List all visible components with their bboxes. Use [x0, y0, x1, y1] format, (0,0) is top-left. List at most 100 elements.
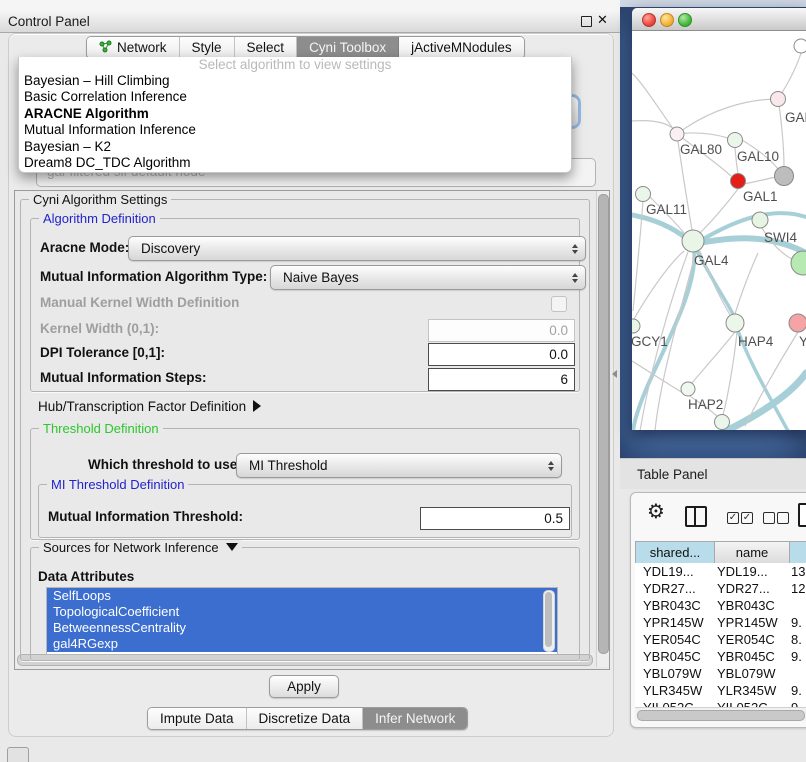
dpi-tolerance-label: DPI Tolerance [0,1]:: [40, 345, 165, 360]
mi-steps-field[interactable]: 6: [428, 368, 575, 391]
table-panel-titlebar: Table Panel: [620, 458, 806, 489]
mi-type-combo[interactable]: Naive Bayes: [270, 265, 586, 290]
column-header-name[interactable]: name: [715, 542, 790, 564]
which-threshold-combo[interactable]: MI Threshold: [236, 453, 562, 478]
tab-select[interactable]: Select: [235, 37, 298, 58]
table-hscrollbar-thumb[interactable]: [637, 710, 805, 721]
attribute-item-betweennesscentrality[interactable]: BetweennessCentrality: [47, 620, 557, 636]
new-table-icon[interactable]: [798, 503, 806, 527]
attribute-item-selfloops[interactable]: SelfLoops: [47, 588, 557, 604]
network-node-swi4[interactable]: [752, 212, 768, 228]
network-icon: [99, 40, 112, 56]
tab-discretize-data[interactable]: Discretize Data: [247, 708, 364, 729]
mi-threshold-label: Mutual Information Threshold:: [48, 509, 243, 524]
tab-style[interactable]: Style: [180, 37, 235, 58]
column-header-col2[interactable]: [790, 542, 806, 564]
algorithm-option-aracne-algorithm[interactable]: ARACNE Algorithm: [19, 106, 571, 122]
algorithm-option-bayesian-hill-climbing[interactable]: Bayesian – Hill Climbing: [19, 73, 571, 89]
kernel-width-field[interactable]: 0.0: [428, 319, 575, 342]
table-hscrollbar[interactable]: [635, 707, 806, 721]
minimize-traffic-light[interactable]: [660, 13, 674, 27]
bottom-tabs: Impute DataDiscretize DataInfer Network: [147, 707, 468, 730]
network-view-window: GALGAL80GAL10GAL1GAL11SWI4GAL4GCY1HAP4YH…: [632, 8, 806, 430]
algorithm-option-basic-correlation-inference[interactable]: Basic Correlation Inference: [19, 89, 571, 105]
splitter-collapse-arrow[interactable]: [612, 370, 617, 378]
algorithm-option-bayesian-k2[interactable]: Bayesian – K2: [19, 139, 571, 155]
table-row[interactable]: YBR043CYBR043C: [635, 597, 806, 614]
mi-type-label: Mutual Information Algorithm Type:: [40, 269, 267, 284]
node-label-hap2: HAP2: [688, 397, 723, 412]
checked-checkbox-icon[interactable]: ✓: [727, 512, 739, 524]
network-node-y[interactable]: [789, 314, 806, 332]
sources-group-title[interactable]: Sources for Network Inference: [39, 540, 242, 555]
table-row[interactable]: YBL079WYBL079W: [635, 665, 806, 682]
network-node-hap2[interactable]: [681, 382, 695, 396]
algorithm-option-mutual-information-inference[interactable]: Mutual Information Inference: [19, 122, 571, 138]
tab-cyni-toolbox[interactable]: Cyni Toolbox: [297, 37, 399, 58]
network-node-gal1[interactable]: [731, 174, 746, 189]
data-attributes-list[interactable]: SelfLoopsTopologicalCoefficientBetweenne…: [46, 587, 558, 655]
network-canvas[interactable]: GALGAL80GAL10GAL1GAL11SWI4GAL4GCY1HAP4YH…: [632, 31, 806, 430]
tab-label: jActiveMNodules: [411, 40, 512, 55]
table-cell: YDR27...: [713, 581, 787, 596]
table-cell: YDL19...: [635, 564, 713, 579]
network-node-gal11[interactable]: [636, 187, 651, 202]
expand-right-icon[interactable]: [253, 400, 261, 412]
network-node[interactable]: [794, 39, 806, 53]
node-label-gal10: GAL10: [737, 149, 779, 164]
column-header-shared-[interactable]: shared...: [636, 542, 715, 564]
table-row[interactable]: YBR045CYBR045C9.: [635, 648, 806, 665]
gear-icon[interactable]: ⚙: [647, 499, 665, 524]
float-panel-icon[interactable]: [581, 16, 592, 27]
right-top-strip: [620, 0, 806, 7]
unchecked-checkbox-icon[interactable]: [763, 512, 775, 524]
table-row[interactable]: YDR27...YDR27...12: [635, 580, 806, 597]
mi-type-value: Naive Bayes: [283, 270, 359, 285]
tab-infer-network[interactable]: Infer Network: [363, 708, 467, 729]
node-label-y: Y: [799, 334, 806, 349]
settings-vscrollbar-thumb[interactable]: [598, 194, 609, 654]
network-node-gal80[interactable]: [670, 127, 684, 141]
list-vscrollbar[interactable]: [543, 590, 555, 652]
split-columns-icon[interactable]: [685, 506, 707, 527]
network-node-hap4[interactable]: [726, 314, 744, 332]
network-window-titlebar[interactable]: [632, 8, 806, 31]
zoom-traffic-light[interactable]: [678, 13, 692, 27]
tab-label: Style: [192, 40, 222, 55]
table-row[interactable]: YPR145WYPR145W9.: [635, 614, 806, 631]
collapsed-panel-icon[interactable]: [7, 747, 29, 762]
tab-network[interactable]: Network: [87, 37, 180, 58]
checked-checkbox-icon[interactable]: ✓: [741, 512, 753, 524]
network-node[interactable]: [775, 167, 794, 186]
algorithm-option-dream8-dc-tdc-algorithm[interactable]: Dream8 DC_TDC Algorithm: [19, 155, 571, 171]
list-vscrollbar-thumb[interactable]: [545, 592, 552, 647]
mi-threshold-group-title: MI Threshold Definition: [47, 477, 188, 492]
manual-kernel-checkbox[interactable]: [551, 296, 567, 312]
network-node-gcy1[interactable]: [632, 319, 640, 333]
attribute-item-topologicalcoefficient[interactable]: TopologicalCoefficient: [47, 604, 557, 620]
aracne-mode-combo[interactable]: Discovery: [128, 236, 586, 261]
table-row[interactable]: YDL19...YDL19...13: [635, 563, 806, 580]
collapse-down-icon[interactable]: [226, 543, 238, 551]
tab-jactivemnodules[interactable]: jActiveMNodules: [399, 37, 524, 58]
network-node[interactable]: [715, 415, 730, 430]
table-row[interactable]: YLR345WYLR345W9.: [635, 682, 806, 699]
attribute-item-gal4rgexp[interactable]: gal4RGexp: [47, 636, 557, 652]
close-icon[interactable]: ✕: [597, 12, 608, 28]
table-row[interactable]: YIL052CYIL052C9.: [635, 699, 806, 707]
network-node-gal10[interactable]: [728, 133, 743, 148]
dpi-tolerance-field[interactable]: 0.0: [428, 343, 575, 366]
network-node[interactable]: [791, 251, 806, 275]
tab-impute-data[interactable]: Impute Data: [148, 708, 247, 729]
node-label-swi4: SWI4: [764, 230, 797, 245]
apply-button[interactable]: Apply: [269, 675, 339, 698]
hub-definition-expander[interactable]: Hub/Transcription Factor Definition: [38, 399, 261, 414]
network-graph[interactable]: GALGAL80GAL10GAL1GAL11SWI4GAL4GCY1HAP4YH…: [632, 31, 806, 430]
network-node-gal4[interactable]: [682, 230, 704, 252]
mi-threshold-field[interactable]: 0.5: [420, 507, 570, 530]
network-node-gal[interactable]: [771, 92, 786, 107]
unchecked-checkbox-icon[interactable]: [777, 512, 789, 524]
table-panel-title: Table Panel: [637, 467, 708, 482]
table-row[interactable]: YER054CYER054C8.: [635, 631, 806, 648]
close-traffic-light[interactable]: [642, 13, 656, 27]
